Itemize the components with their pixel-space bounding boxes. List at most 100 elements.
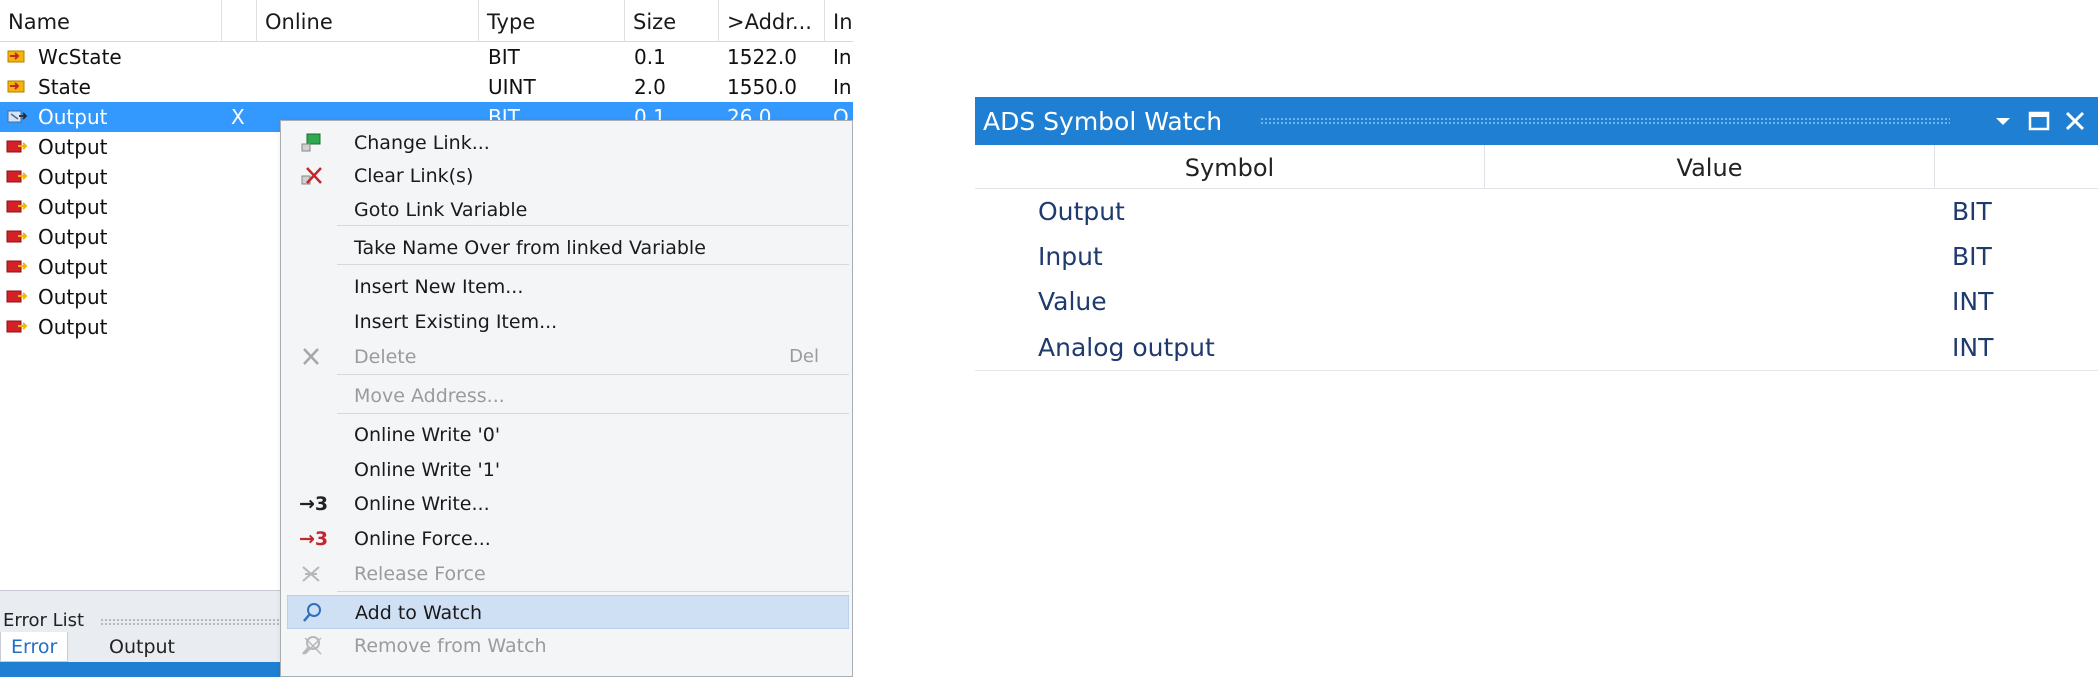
menu-item-release-force[interactable]: Release Force (287, 557, 849, 591)
watch-header: Symbol Value (975, 145, 2098, 189)
output-variable-icon (6, 198, 28, 216)
variable-address: 1550.0 (727, 75, 797, 99)
menu-item-label: Goto Link Variable (354, 199, 528, 221)
watch-type: BIT (1952, 242, 1992, 271)
titlebar-grip (1260, 117, 1950, 126)
watch-type: INT (1952, 333, 1994, 362)
output-variable-icon (6, 228, 28, 246)
menu-item-label: Release Force (354, 563, 486, 585)
watch-divider (975, 370, 2098, 371)
menu-item-label: Online Write '0' (354, 424, 501, 446)
menu-separator (337, 591, 849, 592)
menu-item-move-address[interactable]: Move Address... (287, 379, 849, 413)
column-header-symbol[interactable]: Symbol (975, 145, 1485, 189)
variable-type: UINT (488, 75, 536, 99)
watch-symbol: Output (1038, 197, 1125, 226)
input-variable-icon (6, 48, 28, 66)
watch-row[interactable]: Value INT (975, 279, 2098, 324)
change-link-icon (299, 132, 325, 154)
variable-name: Output (38, 285, 108, 309)
menu-item-remove-from-watch[interactable]: Remove from Watch (287, 629, 849, 663)
watch-row[interactable]: Input BIT (975, 234, 2098, 279)
menu-item-insert-existing-item[interactable]: Insert Existing Item... (287, 305, 849, 339)
linked-output-variable-icon (6, 108, 28, 126)
watch-titlebar[interactable]: ADS Symbol Watch (975, 97, 2098, 145)
watch-row[interactable]: Analog output INT (975, 325, 2098, 370)
menu-item-add-to-watch[interactable]: Add to Watch (287, 595, 849, 629)
menu-item-label: Online Force... (354, 528, 491, 550)
watch-title: ADS Symbol Watch (983, 107, 1223, 136)
online-write-icon: →3 (299, 493, 329, 515)
screenshot-stage: Name Online Type Size >Addr... In WcStat… (0, 0, 2098, 677)
menu-separator (337, 413, 849, 414)
table-row[interactable]: WcState BIT 0.1 1522.0 In (0, 42, 853, 72)
output-variable-icon (6, 288, 28, 306)
menu-item-shortcut: Del (789, 346, 819, 367)
menu-item-label: Insert New Item... (354, 276, 524, 298)
tab-output[interactable]: Output (99, 632, 185, 662)
add-to-watch-icon (300, 602, 326, 624)
delete-icon (299, 346, 325, 368)
menu-item-label: Online Write... (354, 493, 490, 515)
watch-type: INT (1952, 287, 1994, 316)
column-header-size[interactable]: Size (625, 0, 719, 42)
variable-list-panel: Name Online Type Size >Addr... In WcStat… (0, 0, 853, 677)
column-header-value[interactable]: Value (1485, 145, 1935, 189)
output-variable-icon (6, 138, 28, 156)
menu-item-take-name-over-from-linked-variable[interactable]: Take Name Over from linked Variable (287, 231, 849, 265)
watch-symbol: Input (1038, 242, 1103, 271)
menu-item-label: Online Write '1' (354, 459, 501, 481)
column-header-address[interactable]: >Addr... (719, 0, 825, 42)
column-header-online[interactable]: Online (257, 0, 479, 42)
variable-type: BIT (488, 45, 520, 69)
output-variable-icon (6, 258, 28, 276)
remove-from-watch-icon (299, 635, 325, 657)
variable-name: Output (38, 225, 108, 249)
column-header-type[interactable] (1935, 145, 2098, 189)
watch-symbol: Analog output (1038, 333, 1215, 362)
menu-item-label: Clear Link(s) (354, 165, 474, 187)
menu-item-label: Delete (354, 346, 417, 368)
variable-size: 0.1 (634, 45, 666, 69)
input-variable-icon (6, 78, 28, 96)
close-icon[interactable] (2061, 107, 2089, 135)
variable-name: State (38, 75, 91, 99)
error-list-title: Error List (3, 610, 85, 631)
output-variable-icon (6, 168, 28, 186)
menu-item-change-link[interactable]: Change Link... (287, 126, 849, 160)
menu-item-online-force[interactable]: →3 Online Force... (287, 522, 849, 556)
column-header-name[interactable]: Name (0, 0, 222, 42)
output-variable-icon (6, 318, 28, 336)
table-row[interactable]: State UINT 2.0 1550.0 In (0, 72, 853, 102)
menu-item-label: Move Address... (354, 385, 505, 407)
titlebar-grip (100, 618, 280, 625)
menu-item-delete[interactable]: Delete Del (287, 340, 849, 374)
menu-item-clear-link-s[interactable]: Clear Link(s) (287, 159, 849, 193)
maximize-icon[interactable] (2025, 107, 2053, 135)
menu-item-label: Add to Watch (355, 602, 483, 624)
menu-item-online-write-1[interactable]: Online Write '1' (287, 453, 849, 487)
column-header-spacer[interactable] (222, 0, 257, 42)
variable-address: 1522.0 (727, 45, 797, 69)
column-header-type[interactable]: Type (479, 0, 625, 42)
menu-item-insert-new-item[interactable]: Insert New Item... (287, 270, 849, 304)
menu-item-label: Remove from Watch (354, 635, 547, 657)
menu-item-online-write-0[interactable]: Online Write '0' (287, 418, 849, 452)
menu-item-label: Take Name Over from linked Variable (354, 237, 706, 259)
watch-type: BIT (1952, 197, 1992, 226)
dropdown-icon[interactable] (1989, 107, 2017, 135)
variable-list-header: Name Online Type Size >Addr... In (0, 0, 853, 42)
menu-item-goto-link-variable[interactable]: Goto Link Variable (287, 193, 849, 227)
clear-link-icon (299, 165, 325, 187)
ads-symbol-watch-window: ADS Symbol Watch Symbol Value Output BIT I… (975, 97, 2098, 372)
context-menu: Change Link... Clear Link(s) Goto Link Var… (280, 120, 853, 677)
variable-size: 2.0 (634, 75, 666, 99)
watch-row[interactable]: Output BIT (975, 189, 2098, 234)
tab-error-list[interactable]: Error List (0, 632, 69, 677)
release-force-icon (299, 563, 325, 585)
column-header-in[interactable]: In (825, 0, 853, 42)
variable-name: WcState (38, 45, 122, 69)
online-force-icon: →3 (299, 528, 329, 550)
variable-name: Output (38, 315, 108, 339)
menu-item-online-write[interactable]: →3 Online Write... (287, 487, 849, 521)
